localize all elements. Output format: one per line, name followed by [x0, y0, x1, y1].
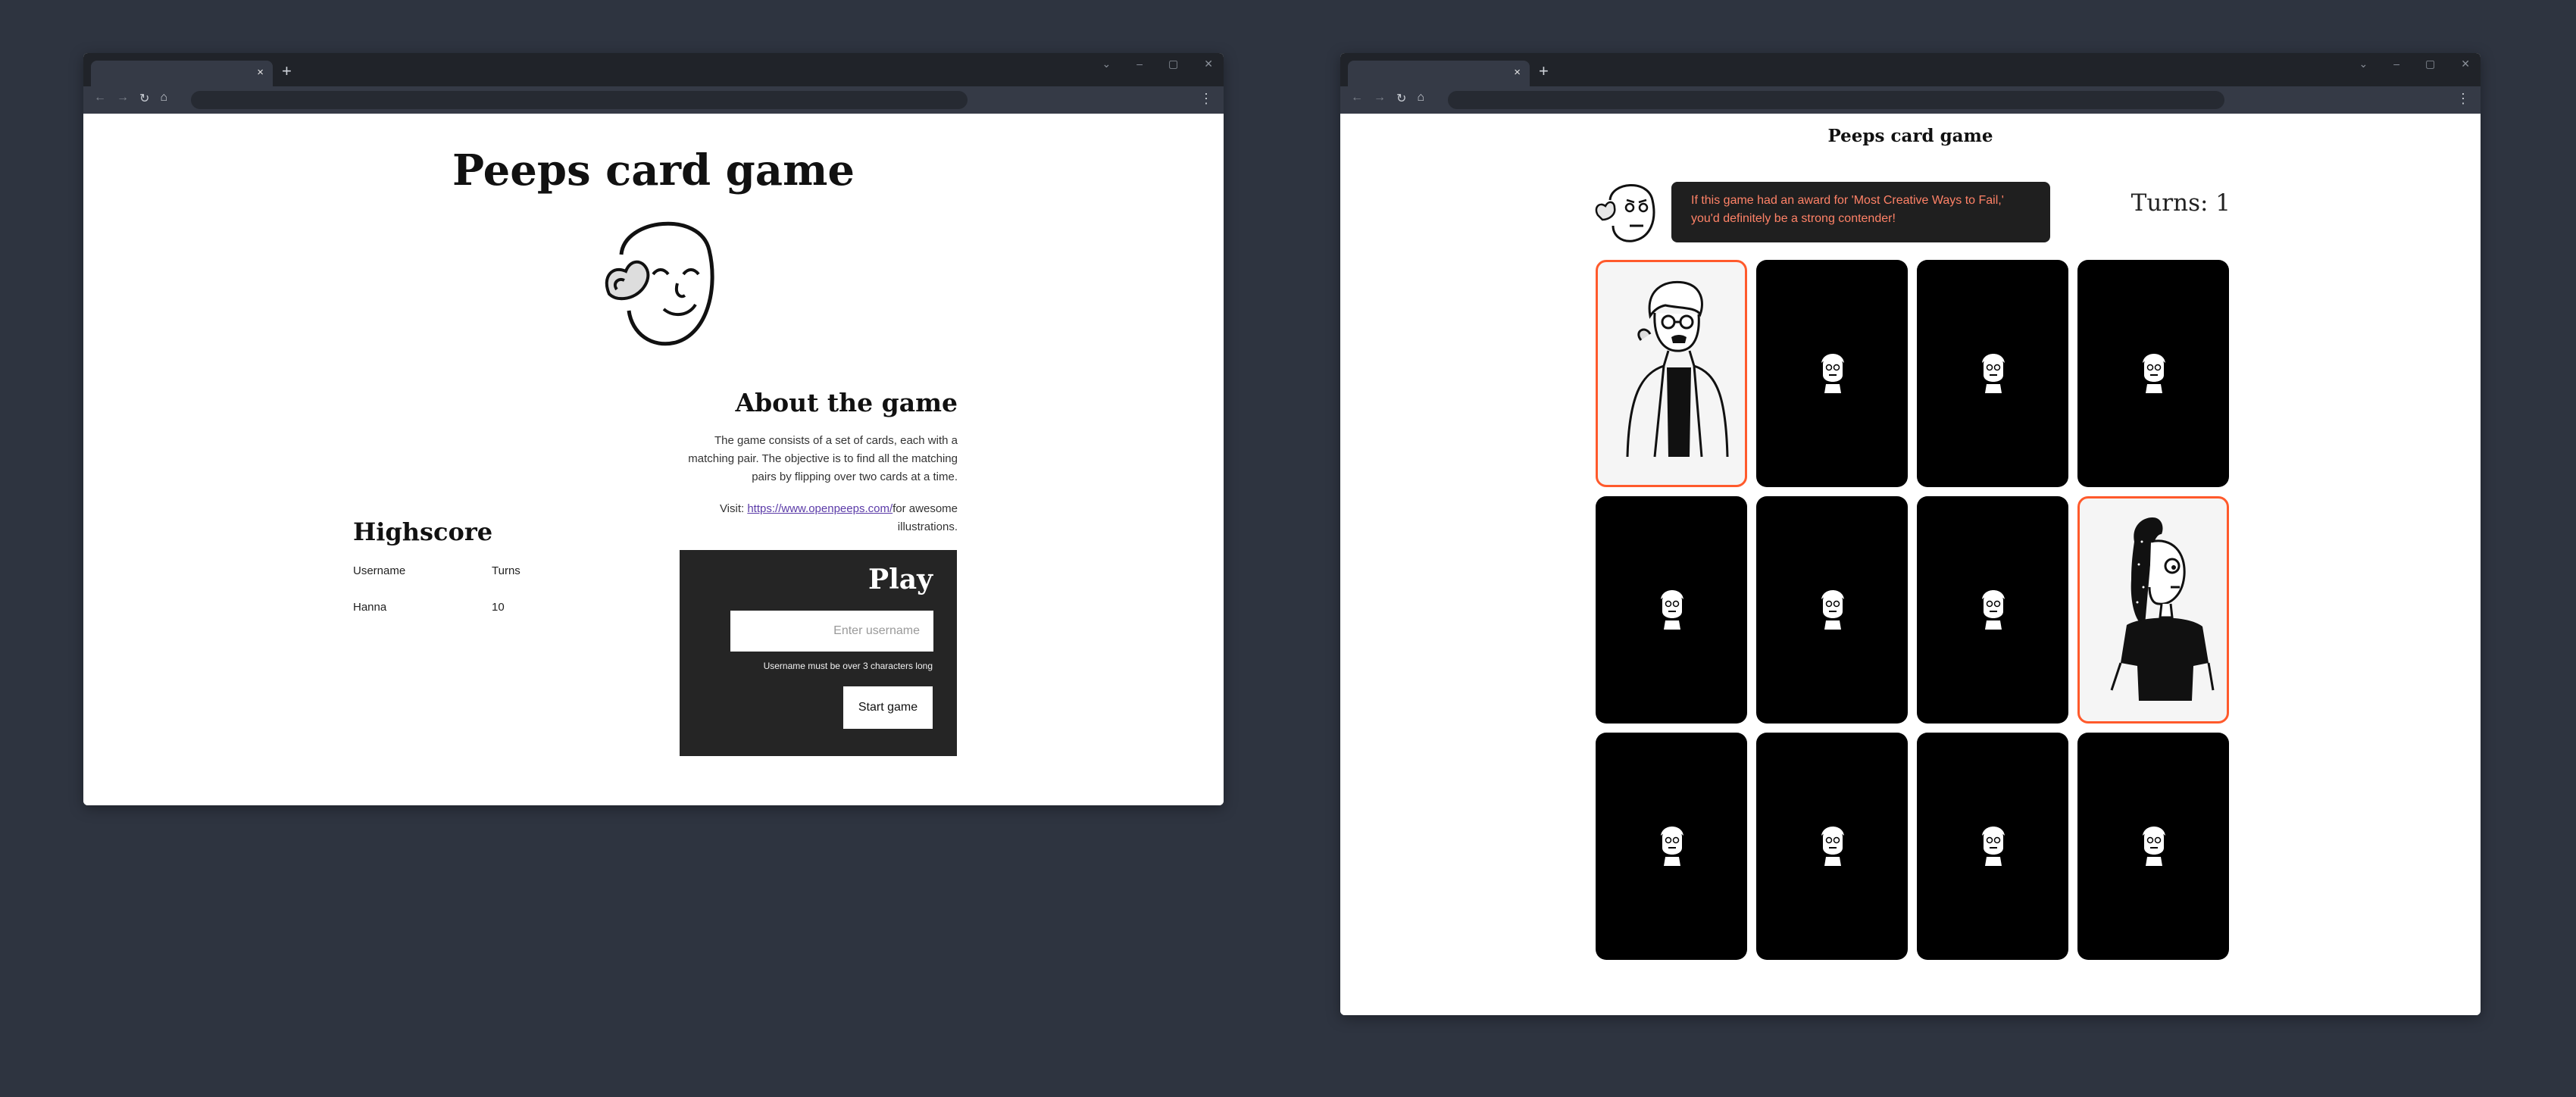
- browser-window-start: × + ⌄ – ▢ ✕ ← → ↻ ⌂ ⋮ Peeps card game Ab…: [83, 53, 1224, 805]
- card-face-down[interactable]: [1756, 496, 1908, 724]
- bald-peep-avatar-icon: [1595, 184, 1655, 242]
- visit-suffix: for awesome illustrations.: [893, 502, 958, 533]
- menu-icon[interactable]: ⋮: [1199, 91, 1213, 107]
- close-window-icon[interactable]: ✕: [1204, 58, 1213, 70]
- card-back-peep-icon: [1977, 586, 2008, 635]
- turn-counter: Turns: 1: [2131, 189, 2231, 217]
- bald-peep-mascot-icon: [605, 221, 714, 346]
- page-title: Peeps card game: [1827, 126, 1993, 146]
- about-description: The game consists of a set of cards, eac…: [688, 434, 958, 483]
- new-tab-icon[interactable]: +: [282, 63, 292, 80]
- card-face-down[interactable]: [1756, 733, 1908, 960]
- card-face-down[interactable]: [1596, 733, 1747, 960]
- card-grid: [1596, 260, 2229, 960]
- maximize-icon[interactable]: ▢: [2425, 58, 2435, 70]
- forward-icon[interactable]: →: [1374, 91, 1386, 106]
- back-icon[interactable]: ←: [1351, 91, 1363, 106]
- play-heading: Play: [868, 564, 933, 595]
- column-turns: Turns: [492, 564, 521, 577]
- window-controls: ⌄ – ▢ ✕: [2359, 58, 2471, 70]
- reload-icon[interactable]: ↻: [139, 91, 149, 106]
- table-row: Hanna 10: [353, 601, 630, 637]
- card-back-peep-icon: [2138, 822, 2168, 871]
- browser-toolbar: ← → ↻ ⌂ ⋮: [1340, 86, 2481, 114]
- card-face-down[interactable]: [1917, 496, 2068, 724]
- card-back-peep-icon: [1656, 586, 1687, 635]
- about-credits: Visit: https://www.openpeeps.com/for awe…: [670, 500, 958, 536]
- card-back-peep-icon: [1817, 822, 1847, 871]
- card-face-down[interactable]: [1756, 260, 1908, 487]
- table-header: Username Turns: [353, 564, 630, 601]
- start-game-button[interactable]: Start game: [843, 686, 933, 729]
- card-back-peep-icon: [1977, 822, 2008, 871]
- page-content: Peeps card game If this game had an awar…: [1340, 114, 2481, 1015]
- window-controls: ⌄ – ▢ ✕: [1102, 58, 1214, 70]
- page-content: Peeps card game About the game The game …: [83, 114, 1224, 805]
- visit-prefix: Visit:: [719, 502, 748, 515]
- chevron-down-icon[interactable]: ⌄: [1102, 58, 1111, 70]
- browser-toolbar: ← → ↻ ⌂ ⋮: [83, 86, 1224, 114]
- column-username: Username: [353, 564, 406, 577]
- close-tab-icon[interactable]: ×: [1514, 66, 1521, 79]
- close-tab-icon[interactable]: ×: [257, 66, 264, 79]
- openpeeps-link[interactable]: https://www.openpeeps.com/: [747, 502, 893, 515]
- glasses-man-peep-icon: [1626, 280, 1729, 458]
- card-back-peep-icon: [1656, 822, 1687, 871]
- username-input[interactable]: [730, 611, 933, 652]
- play-panel: Play Username must be over 3 characters …: [680, 550, 957, 756]
- card-face-up[interactable]: [2077, 496, 2229, 724]
- new-tab-icon[interactable]: +: [1539, 63, 1549, 80]
- address-bar[interactable]: [1448, 91, 2224, 109]
- ponytail-woman-peep-icon: [2110, 517, 2215, 701]
- chevron-down-icon[interactable]: ⌄: [2359, 58, 2368, 70]
- minimize-icon[interactable]: –: [1136, 58, 1143, 70]
- tab-bar: × + ⌄ – ▢ ✕: [83, 53, 1224, 86]
- home-icon[interactable]: ⌂: [1417, 91, 1424, 106]
- card-face-down[interactable]: [1917, 733, 2068, 960]
- highscore-table: Username Turns Hanna 10: [353, 564, 630, 637]
- home-icon[interactable]: ⌂: [160, 91, 167, 106]
- browser-tab[interactable]: ×: [91, 61, 273, 86]
- card-back-peep-icon: [1817, 349, 1847, 398]
- tab-bar: × + ⌄ – ▢ ✕: [1340, 53, 2481, 86]
- minimize-icon[interactable]: –: [2393, 58, 2399, 70]
- back-icon[interactable]: ←: [94, 91, 106, 106]
- card-face-down[interactable]: [1596, 496, 1747, 724]
- highscore-heading: Highscore: [353, 517, 493, 546]
- cell-turns: 10: [492, 601, 505, 614]
- close-window-icon[interactable]: ✕: [2461, 58, 2470, 70]
- card-face-down[interactable]: [1917, 260, 2068, 487]
- card-back-peep-icon: [1817, 586, 1847, 635]
- taunt-message: If this game had an award for 'Most Crea…: [1671, 182, 2050, 242]
- cell-username: Hanna: [353, 601, 387, 614]
- maximize-icon[interactable]: ▢: [1168, 58, 1178, 70]
- menu-icon[interactable]: ⋮: [2456, 91, 2470, 107]
- browser-tab[interactable]: ×: [1348, 61, 1530, 86]
- about-heading: About the game: [735, 388, 958, 417]
- forward-icon[interactable]: →: [117, 91, 129, 106]
- browser-window-game: × + ⌄ – ▢ ✕ ← → ↻ ⌂ ⋮ Peeps card game If: [1340, 53, 2481, 1015]
- reload-icon[interactable]: ↻: [1396, 91, 1406, 106]
- username-hint: Username must be over 3 characters long: [763, 661, 933, 671]
- page-title: Peeps card game: [452, 145, 855, 195]
- card-back-peep-icon: [2138, 349, 2168, 398]
- card-face-down[interactable]: [2077, 733, 2229, 960]
- card-face-down[interactable]: [2077, 260, 2229, 487]
- address-bar[interactable]: [191, 91, 968, 109]
- card-face-up[interactable]: [1596, 260, 1747, 487]
- card-back-peep-icon: [1977, 349, 2008, 398]
